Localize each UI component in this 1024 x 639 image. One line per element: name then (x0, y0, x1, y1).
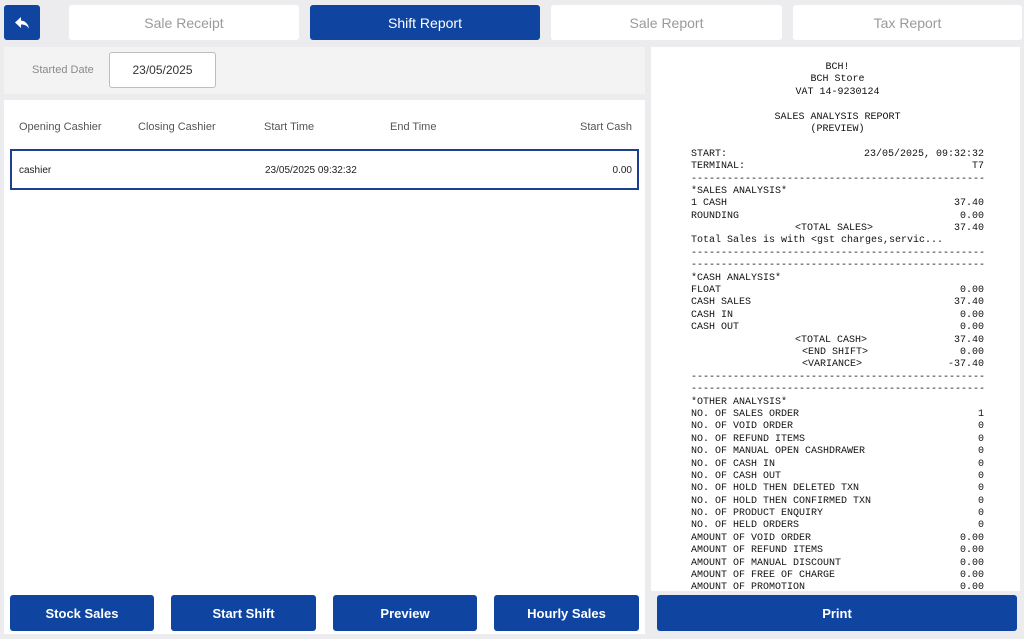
receipt-line: NO. OF HOLD THEN DELETED TXN 0 (691, 483, 984, 495)
receipt-divider: ----------------------------------------… (691, 173, 984, 185)
filter-bar (4, 47, 645, 94)
receipt-line: NO. OF REFUND ITEMS 0 (691, 433, 984, 445)
started-date-input[interactable]: 23/05/2025 (109, 52, 216, 88)
header-closing-cashier: Closing Cashier (138, 121, 216, 133)
preview-button[interactable]: Preview (333, 595, 477, 631)
receipt-line: AMOUNT OF VOID ORDER 0.00 (691, 532, 984, 544)
started-date-label: Started Date (32, 64, 94, 76)
hourly-sales-button[interactable]: Hourly Sales (494, 595, 639, 631)
cell-start-cash: 0.00 (612, 165, 632, 176)
receipt-content: BCH! BCH Store VAT 14-9230124 SALES ANAL… (691, 62, 984, 591)
receipt-line: NO. OF CASH OUT 0 (691, 470, 984, 482)
receipt-line: NO. OF SALES ORDER 1 (691, 408, 984, 420)
header-opening-cashier: Opening Cashier (19, 121, 102, 133)
stock-sales-button[interactable]: Stock Sales (10, 595, 154, 631)
header-end-time: End Time (390, 121, 437, 133)
cell-start-time: 23/05/2025 09:32:32 (265, 165, 357, 176)
receipt-preview[interactable]: BCH! BCH Store VAT 14-9230124 SALES ANAL… (651, 47, 1020, 591)
receipt-subtitle: (PREVIEW) (810, 123, 865, 135)
tab-shift-report[interactable]: Shift Report (310, 5, 540, 40)
receipt-line: NO. OF HOLD THEN CONFIRMED TXN 0 (691, 495, 984, 507)
start-shift-button[interactable]: Start Shift (171, 595, 316, 631)
receipt-line: CASH IN 0.00 (691, 309, 984, 321)
print-button[interactable]: Print (657, 595, 1017, 631)
receipt-line: AMOUNT OF PROMOTION 0.00 (691, 582, 984, 591)
receipt-store-branch: BCH Store (810, 74, 865, 86)
receipt-line: AMOUNT OF FREE OF CHARGE 0.00 (691, 570, 984, 582)
receipt-sales-title: *SALES ANALYSIS* (691, 185, 788, 197)
receipt-line: ROUNDING 0.00 (691, 210, 984, 222)
receipt-line: 1 CASH 37.40 (691, 198, 984, 210)
receipt-line: FLOAT 0.00 (691, 285, 984, 297)
receipt-line: CASH SALES 37.40 (691, 297, 984, 309)
receipt-line: NO. OF VOID ORDER 0 (691, 421, 984, 433)
receipt-divider: ----------------------------------------… (691, 371, 984, 383)
tab-sale-report[interactable]: Sale Report (551, 5, 782, 40)
receipt-line: AMOUNT OF MANUAL DISCOUNT 0.00 (691, 557, 984, 569)
receipt-terminal-line: TERMINAL: T7 (691, 161, 984, 173)
receipt-end-shift: <END SHIFT> 0.00 (802, 346, 984, 358)
receipt-line: NO. OF MANUAL OPEN CASHDRAWER 0 (691, 446, 984, 458)
receipt-variance: <VARIANCE> -37.40 (802, 359, 984, 371)
tab-sale-receipt[interactable]: Sale Receipt (69, 5, 299, 40)
receipt-total-sales: <TOTAL SALES> 37.40 (795, 223, 984, 235)
header-start-cash: Start Cash (580, 121, 632, 133)
receipt-line: NO. OF PRODUCT ENQUIRY 0 (691, 508, 984, 520)
receipt-total-cash: <TOTAL CASH> 37.40 (795, 334, 984, 346)
back-button[interactable] (4, 5, 40, 40)
receipt-line: CASH OUT 0.00 (691, 322, 984, 334)
receipt-store-name: BCH! (825, 62, 850, 73)
cell-opening-cashier: cashier (19, 165, 52, 176)
back-arrow-icon (15, 16, 29, 28)
receipt-line: AMOUNT OF REFUND ITEMS 0.00 (691, 545, 984, 557)
receipt-divider: ----------------------------------------… (691, 247, 984, 259)
receipt-title: SALES ANALYSIS REPORT (774, 111, 901, 123)
receipt-line: NO. OF CASH IN 0 (691, 458, 984, 470)
receipt-cash-title: *CASH ANALYSIS* (691, 272, 782, 284)
receipt-start-line: START: 23/05/2025, 09:32:32 (691, 148, 984, 160)
receipt-other-title: *OTHER ANALYSIS* (691, 396, 788, 408)
header-start-time: Start Time (264, 121, 315, 133)
receipt-line: NO. OF HELD ORDERS 0 (691, 520, 984, 532)
receipt-divider: ----------------------------------------… (691, 384, 984, 396)
receipt-vat: VAT 14-9230124 (795, 86, 880, 98)
tab-tax-report[interactable]: Tax Report (793, 5, 1022, 40)
receipt-gst-note: Total Sales is with <gst charges,servic.… (691, 235, 944, 247)
receipt-divider: ----------------------------------------… (691, 260, 984, 272)
